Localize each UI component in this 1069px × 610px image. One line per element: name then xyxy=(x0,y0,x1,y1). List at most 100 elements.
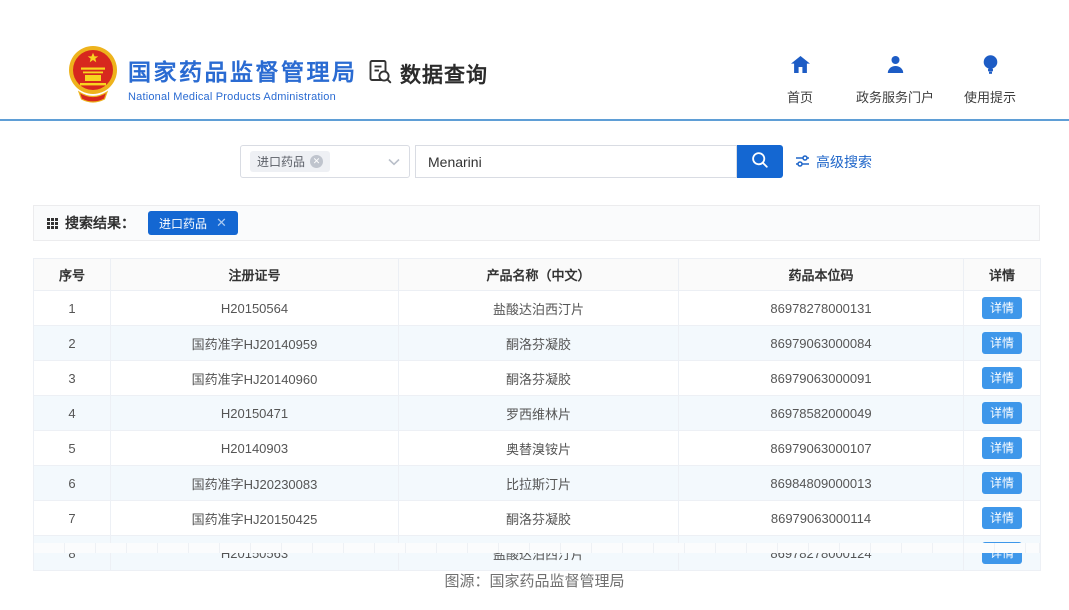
partial-cell xyxy=(654,543,685,553)
sliders-icon xyxy=(795,154,810,171)
page: 国家药品监督管理局 National Medical Products Admi… xyxy=(0,0,1069,610)
registration-number: 国药准字HJ20140959 xyxy=(111,326,399,361)
table-row: 6国药准字HJ20230083比拉斯汀片86984809000013详情 xyxy=(34,466,1041,501)
table-row: 5H20140903奥替溴铵片86979063000107详情 xyxy=(34,431,1041,466)
drug-code: 86979063000107 xyxy=(679,431,964,466)
registration-number: H20150471 xyxy=(111,396,399,431)
partial-cell xyxy=(716,543,747,553)
partial-cell xyxy=(902,543,933,553)
detail-button[interactable]: 详情 xyxy=(982,297,1022,319)
partial-cell xyxy=(499,543,530,553)
product-name: 酮洛芬凝胶 xyxy=(399,361,679,396)
detail-button[interactable]: 详情 xyxy=(982,437,1022,459)
partial-cell xyxy=(220,543,251,553)
grid-icon xyxy=(47,218,58,229)
nav-label: 政务服务门户 xyxy=(856,87,934,106)
registration-number: H20150563 xyxy=(111,536,399,571)
search-category-select[interactable]: 进口药品 ✕ xyxy=(240,145,410,178)
detail-button[interactable]: 详情 xyxy=(982,472,1022,494)
column-header: 药品本位码 xyxy=(679,259,964,291)
detail-cell: 详情 xyxy=(964,326,1041,361)
detail-button[interactable]: 详情 xyxy=(982,332,1022,354)
table-header-row: 序号注册证号产品名称（中文）药品本位码详情 xyxy=(34,259,1041,291)
partial-cell xyxy=(96,543,127,553)
category-tag: 进口药品 ✕ xyxy=(250,151,330,172)
row-index: 1 xyxy=(34,291,111,326)
detail-button[interactable]: 详情 xyxy=(982,507,1022,529)
document-search-icon xyxy=(366,58,393,90)
partial-cell xyxy=(158,543,189,553)
detail-button[interactable]: 详情 xyxy=(982,402,1022,424)
partial-cell xyxy=(778,543,809,553)
partial-cell xyxy=(1026,543,1040,553)
product-name: 酮洛芬凝胶 xyxy=(399,326,679,361)
filter-tag-label: 进口药品 xyxy=(159,215,207,232)
partial-cell xyxy=(530,543,561,553)
table-row: 7国药准字HJ20150425酮洛芬凝胶86979063000114详情 xyxy=(34,501,1041,536)
category-tag-close-icon[interactable]: ✕ xyxy=(310,155,323,168)
filter-tag-close-icon[interactable]: ✕ xyxy=(216,215,227,231)
product-name: 盐酸达泊西汀片 xyxy=(399,536,679,571)
results-label-text: 搜索结果： xyxy=(65,213,135,233)
partial-cell xyxy=(995,543,1026,553)
nmpa-emblem-logo xyxy=(66,44,120,104)
partial-cell xyxy=(313,543,344,553)
partial-cell xyxy=(437,543,468,553)
advanced-search-label: 高级搜索 xyxy=(816,152,872,172)
partial-cell xyxy=(623,543,654,553)
image-source-caption: 图源：国家药品监督管理局 xyxy=(0,570,1069,591)
product-name: 比拉斯汀片 xyxy=(399,466,679,501)
product-name: 罗西维林片 xyxy=(399,396,679,431)
search-input[interactable] xyxy=(415,145,737,178)
partial-cell xyxy=(809,543,840,553)
product-name: 酮洛芬凝胶 xyxy=(399,501,679,536)
row-index: 4 xyxy=(34,396,111,431)
header-nav: 首页 政务服务门户 使用提示 xyxy=(772,55,1018,106)
nav-home[interactable]: 首页 xyxy=(772,55,828,106)
org-subtitle: National Medical Products Administration xyxy=(128,91,358,103)
search-icon xyxy=(750,150,770,173)
row-index: 7 xyxy=(34,501,111,536)
nav-label: 首页 xyxy=(787,87,813,106)
row-index: 2 xyxy=(34,326,111,361)
partial-cell xyxy=(127,543,158,553)
partial-cell xyxy=(251,543,282,553)
partial-cell xyxy=(933,543,964,553)
advanced-search-link[interactable]: 高级搜索 xyxy=(795,152,872,172)
filter-tag-imported-drugs[interactable]: 进口药品 ✕ xyxy=(148,211,238,235)
home-icon xyxy=(790,55,811,79)
category-tag-label: 进口药品 xyxy=(257,156,305,168)
user-icon xyxy=(885,55,906,79)
detail-button[interactable]: 详情 xyxy=(982,367,1022,389)
drug-code: 86979063000084 xyxy=(679,326,964,361)
detail-cell: 详情 xyxy=(964,536,1041,571)
partial-cell xyxy=(468,543,499,553)
nav-usage-tips[interactable]: 使用提示 xyxy=(962,55,1018,106)
partial-next-row xyxy=(33,543,1040,553)
results-table-wrap: 序号注册证号产品名称（中文）药品本位码详情 1H20150564盐酸达泊西汀片8… xyxy=(33,258,1040,571)
nav-service-portal[interactable]: 政务服务门户 xyxy=(856,55,934,106)
search-button[interactable] xyxy=(737,145,783,178)
partial-cell xyxy=(344,543,375,553)
column-header: 序号 xyxy=(34,259,111,291)
drug-code: 86978278000124 xyxy=(679,536,964,571)
table-row: 3国药准字HJ20140960酮洛芬凝胶86979063000091详情 xyxy=(34,361,1041,396)
column-header: 注册证号 xyxy=(111,259,399,291)
table-body: 1H20150564盐酸达泊西汀片86978278000131详情2国药准字HJ… xyxy=(34,291,1041,571)
drug-code: 86979063000091 xyxy=(679,361,964,396)
drug-code: 86978278000131 xyxy=(679,291,964,326)
results-table: 序号注册证号产品名称（中文）药品本位码详情 1H20150564盐酸达泊西汀片8… xyxy=(33,258,1041,571)
partial-cell xyxy=(871,543,902,553)
results-bar: 搜索结果： 进口药品 ✕ xyxy=(33,205,1040,241)
table-row: 4H20150471罗西维林片86978582000049详情 xyxy=(34,396,1041,431)
nav-label: 使用提示 xyxy=(964,87,1016,106)
table-row: 1H20150564盐酸达泊西汀片86978278000131详情 xyxy=(34,291,1041,326)
drug-code: 86979063000114 xyxy=(679,501,964,536)
org-title-block: 国家药品监督管理局 National Medical Products Admi… xyxy=(128,53,358,103)
registration-number: 国药准字HJ20230083 xyxy=(111,466,399,501)
detail-cell: 详情 xyxy=(964,291,1041,326)
partial-cell xyxy=(65,543,96,553)
detail-cell: 详情 xyxy=(964,501,1041,536)
chevron-down-icon xyxy=(388,158,400,166)
header-divider xyxy=(0,119,1069,121)
